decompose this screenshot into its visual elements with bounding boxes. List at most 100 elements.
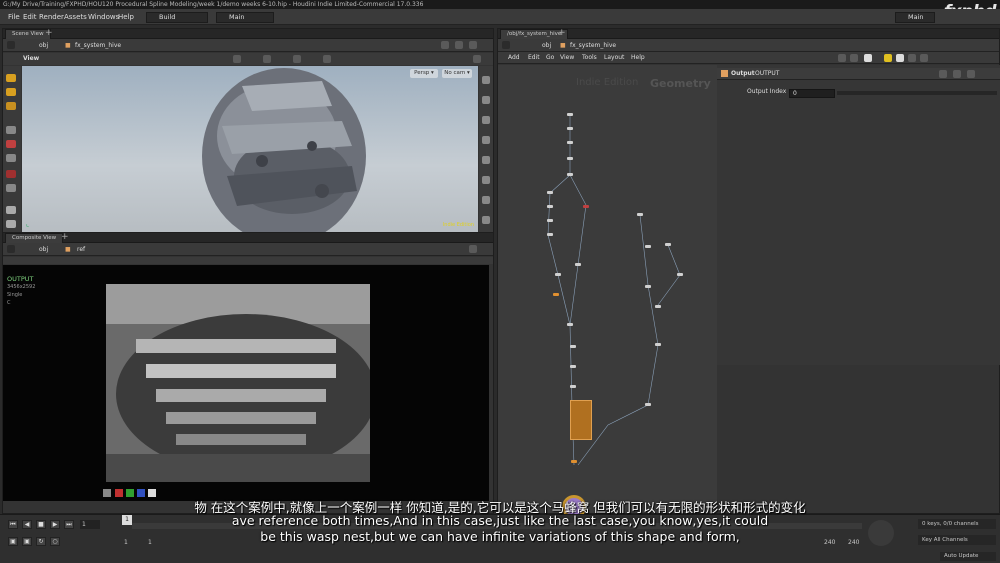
- snapshot-tool-icon[interactable]: [6, 206, 16, 214]
- 3d-viewport[interactable]: Persp ▾ No cam ▾ ⌞ Indie Edition: [22, 66, 478, 232]
- tab-composite-view[interactable]: Composite View: [5, 233, 64, 243]
- composite-viewer[interactable]: OUTPUT 3456x2592 Single C: [3, 265, 489, 501]
- display-option-4-icon[interactable]: [482, 136, 490, 144]
- network-node[interactable]: [575, 263, 581, 266]
- network-node[interactable]: [570, 345, 576, 348]
- help-icon[interactable]: [953, 70, 961, 78]
- network-node[interactable]: [547, 205, 553, 208]
- display-option-7-icon[interactable]: [482, 196, 490, 204]
- network-menu-help[interactable]: Help: [631, 51, 645, 64]
- network-node[interactable]: [547, 233, 553, 236]
- menu-file[interactable]: File: [8, 9, 20, 25]
- menu-windows[interactable]: Windows: [88, 9, 119, 25]
- auto-update-dropdown[interactable]: Auto Update: [940, 552, 996, 561]
- network-node[interactable]: [655, 343, 661, 346]
- network-menu-view[interactable]: View: [560, 51, 574, 64]
- tools-icon[interactable]: [838, 54, 846, 62]
- pin-icon[interactable]: [441, 41, 449, 49]
- flipbook-tool-icon[interactable]: [6, 220, 16, 228]
- network-node[interactable]: [567, 141, 573, 144]
- network-editor[interactable]: Indie Edition Geometry: [498, 65, 717, 519]
- network-node[interactable]: [567, 157, 573, 160]
- snap-icon[interactable]: [263, 55, 271, 63]
- display-option-1-icon[interactable]: [482, 76, 490, 84]
- menu-assets[interactable]: Assets: [64, 9, 87, 25]
- back-arrow-icon-3[interactable]: [502, 41, 510, 49]
- network-menu-edit[interactable]: Edit: [528, 51, 540, 64]
- network-menu-layout[interactable]: Layout: [604, 51, 624, 64]
- path-root[interactable]: obj: [39, 39, 48, 52]
- display-green-icon[interactable]: [126, 489, 134, 497]
- network-menu-tools[interactable]: Tools: [582, 51, 597, 64]
- grid-icon[interactable]: [920, 54, 928, 62]
- network-node[interactable]: [555, 273, 561, 276]
- update-mode-dropdown[interactable]: Main: [216, 12, 274, 23]
- info-icon[interactable]: [967, 70, 975, 78]
- display-option-6-icon[interactable]: [482, 176, 490, 184]
- render-tool-icon[interactable]: [6, 170, 16, 178]
- network-node[interactable]: [645, 245, 651, 248]
- network-node[interactable]: [570, 385, 576, 388]
- back-arrow-icon[interactable]: [7, 41, 15, 49]
- menu-edit[interactable]: Edit: [23, 9, 37, 25]
- scale-tool-icon[interactable]: [6, 154, 16, 162]
- link-icon[interactable]: [455, 41, 463, 49]
- network-node[interactable]: [645, 403, 651, 406]
- display-red-icon[interactable]: [115, 489, 123, 497]
- path-node[interactable]: fx_system_hive: [75, 39, 121, 52]
- display-option-8-icon[interactable]: [482, 216, 490, 224]
- composite-settings-icon[interactable]: [469, 245, 477, 253]
- list-icon[interactable]: [908, 54, 916, 62]
- network-node[interactable]: [547, 219, 553, 222]
- note-icon[interactable]: [864, 54, 872, 62]
- display-alpha-icon[interactable]: [148, 489, 156, 497]
- network-box[interactable]: [570, 400, 592, 440]
- display-option-3-icon[interactable]: [482, 116, 490, 124]
- network-node[interactable]: [645, 285, 651, 288]
- network-node[interactable]: [567, 323, 573, 326]
- gear-icon[interactable]: [939, 70, 947, 78]
- composite-path-node[interactable]: ref: [77, 243, 85, 256]
- network-node-selected[interactable]: [583, 205, 589, 208]
- settings-icon[interactable]: [469, 41, 477, 49]
- transform-icon[interactable]: [233, 55, 241, 63]
- viewport-menu-icon[interactable]: [473, 55, 481, 63]
- network-node[interactable]: [570, 365, 576, 368]
- display-option-2-icon[interactable]: [482, 96, 490, 104]
- camera-dropdown[interactable]: No cam ▾: [442, 69, 472, 78]
- network-node[interactable]: [567, 113, 573, 116]
- composite-path-root[interactable]: obj: [39, 243, 48, 256]
- display-blue-icon[interactable]: [137, 489, 145, 497]
- network-node[interactable]: [665, 243, 671, 246]
- wrench-icon[interactable]: [850, 54, 858, 62]
- network-menu-go[interactable]: Go: [546, 51, 554, 64]
- network-node-orange[interactable]: [571, 460, 577, 463]
- network-menu-add[interactable]: Add: [508, 51, 520, 64]
- sticky-icon[interactable]: [896, 54, 904, 62]
- params-node-name[interactable]: OUTPUT: [755, 67, 779, 80]
- camera-icon[interactable]: [323, 55, 331, 63]
- right-main-dropdown[interactable]: Main: [895, 12, 935, 23]
- pose-tool-icon[interactable]: [6, 126, 16, 134]
- display-rgb-icon[interactable]: [103, 489, 111, 497]
- output-index-slider[interactable]: [837, 91, 997, 95]
- view-tool-icon[interactable]: [6, 184, 16, 192]
- handle-tool-icon[interactable]: [6, 102, 16, 110]
- desktop-dropdown[interactable]: Build: [146, 12, 208, 23]
- network-node[interactable]: [677, 273, 683, 276]
- network-node[interactable]: [567, 127, 573, 130]
- network-node[interactable]: [547, 191, 553, 194]
- network-node-orange[interactable]: [553, 293, 559, 296]
- output-index-field[interactable]: 0: [789, 89, 835, 98]
- network-node[interactable]: [637, 213, 643, 216]
- menu-render[interactable]: Render: [39, 9, 64, 25]
- network-box-icon[interactable]: [884, 54, 892, 62]
- light-icon[interactable]: [293, 55, 301, 63]
- select-tool-icon[interactable]: [6, 74, 16, 82]
- network-node[interactable]: [655, 305, 661, 308]
- persp-dropdown[interactable]: Persp ▾: [410, 69, 438, 78]
- display-option-5-icon[interactable]: [482, 156, 490, 164]
- back-arrow-icon-2[interactable]: [7, 245, 15, 253]
- move-tool-icon[interactable]: [6, 88, 16, 96]
- tab-scene-view[interactable]: Scene View: [5, 29, 51, 39]
